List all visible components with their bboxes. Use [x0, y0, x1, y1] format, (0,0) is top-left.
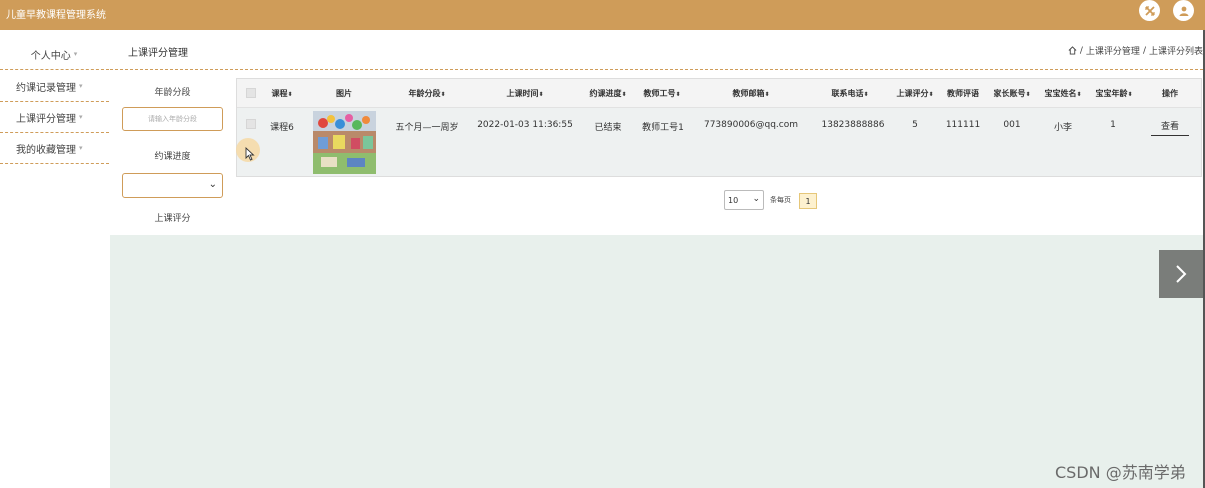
cell-age: 五个月—一周岁 [395, 123, 459, 133]
cell-email: 773890006@qq.com [703, 120, 799, 130]
sort-icon: ⬍ [440, 91, 446, 98]
divider [0, 132, 109, 133]
age-filter-label: 年龄分段 [154, 88, 191, 98]
sort-icon: ⬍ [863, 91, 869, 98]
data-table: 课程⬍ 图片 年龄分段⬍ 上课时间⬍ 约课进度⬍ 教师工号⬍ 教师邮箱⬍ 联系电… [236, 78, 1202, 177]
col-image: 图片 [336, 89, 352, 98]
page-title: 上课评分管理 [128, 48, 188, 59]
select-all-checkbox[interactable] [246, 88, 256, 98]
score-filter-label: 上课评分 [154, 214, 191, 224]
col-phone[interactable]: 联系电话⬍ [831, 88, 868, 99]
cell-baby-name: 小李 [1053, 123, 1073, 133]
col-age[interactable]: 年龄分段⬍ [408, 88, 445, 99]
cell-course: 课程6 [270, 123, 294, 133]
table-header: 课程⬍ 图片 年龄分段⬍ 上课时间⬍ 约课进度⬍ 教师工号⬍ 教师邮箱⬍ 联系电… [237, 79, 1201, 108]
col-baby-age[interactable]: 宝宝年龄⬍ [1095, 88, 1132, 99]
mouse-cursor-icon [245, 147, 255, 161]
page-number-current[interactable]: 1 [799, 193, 817, 209]
content-area [110, 235, 1203, 488]
sidebar-item-label: 上课评分管理 [16, 113, 76, 125]
caret-down-icon: ▾ [73, 50, 78, 58]
sidebar: 个人中心 ▾ 约课记录管理 ▾ 上课评分管理 ▾ 我的收藏管理 ▾ [0, 30, 110, 488]
breadcrumb-separator: / [1142, 45, 1146, 56]
filter-panel: 年龄分段 请输入年龄分段 约课进度 ⌄ 上课评分 ⌄ 查询 [110, 70, 235, 292]
col-course[interactable]: 课程⬍ [271, 88, 292, 99]
sort-icon: ⬍ [675, 91, 681, 98]
divider [0, 69, 109, 70]
sort-icon: ⬍ [538, 91, 544, 98]
divider [0, 163, 109, 164]
sort-icon: ⬍ [1127, 91, 1133, 98]
cell-score: 5 [912, 120, 918, 130]
breadcrumb: / 上课评分管理 / 上课评分列表 [1068, 44, 1203, 57]
col-baby-name[interactable]: 宝宝姓名⬍ [1044, 88, 1081, 99]
page-size-value: 10 [728, 195, 739, 205]
caret-down-icon: ▾ [79, 113, 83, 121]
sidebar-item-label: 约课记录管理 [16, 82, 76, 94]
sort-icon: ⬍ [621, 91, 627, 98]
next-arrow-button[interactable] [1159, 250, 1203, 298]
cell-parent: 001 [1003, 120, 1021, 130]
age-filter-input[interactable]: 请输入年龄分段 [122, 107, 223, 131]
sidebar-item-label: 个人中心 [30, 50, 71, 62]
col-time[interactable]: 上课时间⬍ [506, 88, 543, 99]
col-parent[interactable]: 家长账号⬍ [993, 88, 1030, 99]
app-title: 儿童早教课程管理系统 [6, 10, 106, 21]
breadcrumb-separator: / [1079, 45, 1083, 56]
view-button[interactable]: 查看 [1151, 119, 1189, 136]
sort-icon: ⬍ [928, 91, 934, 98]
fullscreen-icon[interactable] [1139, 0, 1160, 21]
sidebar-item-label: 我的收藏管理 [16, 144, 76, 156]
breadcrumb-item-rating-list: 上课评分列表 [1148, 47, 1203, 57]
sort-icon: ⬍ [1076, 91, 1082, 98]
cell-baby-age: 1 [1110, 120, 1116, 130]
table-row [237, 108, 1201, 176]
col-action: 操作 [1162, 89, 1178, 98]
row-checkbox[interactable] [246, 119, 256, 129]
progress-filter-label: 约课进度 [154, 152, 191, 162]
top-bar: 儿童早教课程管理系统 [0, 0, 1205, 30]
chevron-right-icon [1176, 265, 1187, 283]
cell-comment: 111111 [945, 120, 981, 130]
sidebar-item-booking-records[interactable]: 约课记录管理 ▾ [0, 76, 108, 96]
col-progress[interactable]: 约课进度⬍ [589, 88, 626, 99]
col-teacher-id[interactable]: 教师工号⬍ [643, 88, 680, 99]
per-page-label: 条每页 [770, 196, 791, 204]
page-size-select[interactable]: 10 ⌄ [724, 190, 764, 210]
sort-icon: ⬍ [1025, 91, 1031, 98]
progress-filter-select[interactable]: ⌄ [122, 173, 223, 198]
chevron-down-icon: ⌄ [752, 194, 760, 204]
home-icon[interactable] [1068, 46, 1077, 55]
caret-down-icon: ▾ [79, 82, 83, 90]
divider [0, 101, 109, 102]
cell-progress: 已结束 [594, 123, 622, 133]
breadcrumb-item-rating[interactable]: 上课评分管理 [1086, 44, 1140, 57]
classroom-photo [313, 111, 376, 174]
sidebar-item-favorites[interactable]: 我的收藏管理 ▾ [0, 138, 108, 158]
sidebar-item-class-rating[interactable]: 上课评分管理 ▾ [0, 107, 108, 127]
watermark: CSDN @苏南学弟 [1055, 463, 1186, 482]
page-header: 上课评分管理 / 上课评分管理 / 上课评分列表 [110, 30, 1203, 70]
sidebar-item-personal-center[interactable]: 个人中心 ▾ [0, 44, 108, 64]
col-email[interactable]: 教师邮箱⬍ [732, 88, 769, 99]
cell-time: 2022-01-03 11:36:55 [477, 120, 573, 130]
col-score[interactable]: 上课评分⬍ [896, 88, 933, 99]
caret-down-icon: ▾ [79, 144, 83, 152]
cell-phone: 13823888886 [821, 120, 885, 130]
user-icon[interactable] [1173, 0, 1194, 21]
sort-icon: ⬍ [287, 91, 293, 98]
cell-teacher-id: 教师工号1 [642, 123, 684, 133]
chevron-down-icon: ⌄ [208, 179, 217, 190]
sort-icon: ⬍ [764, 91, 770, 98]
col-comment: 教师评语 [947, 89, 979, 98]
